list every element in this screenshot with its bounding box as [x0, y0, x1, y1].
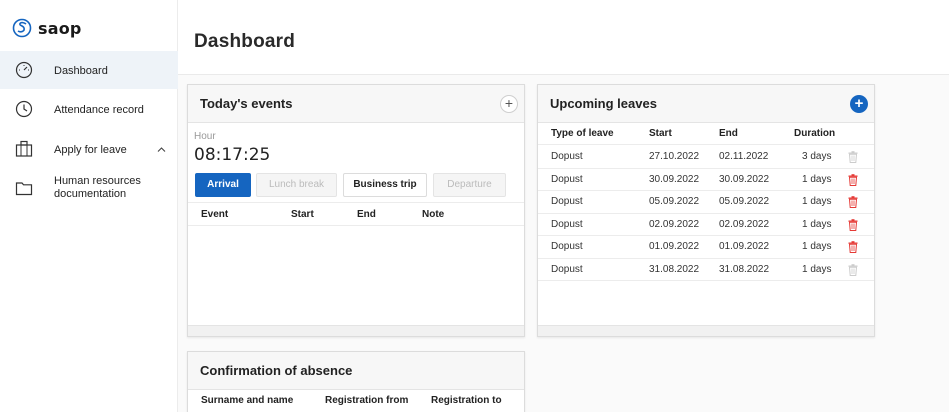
saop-logo-icon: [12, 18, 32, 38]
column-header-end: End: [719, 128, 738, 139]
card-footer: [538, 325, 874, 336]
table-divider: [188, 225, 524, 226]
card-header: Confirmation of absence: [188, 352, 524, 390]
sidebar-item-attendance-record[interactable]: Attendance record: [0, 90, 178, 128]
column-header-type-of-leave: Type of leave: [551, 128, 614, 139]
cell-start: 27.10.2022: [649, 151, 700, 162]
sidebar-item-hr-documentation[interactable]: Human resources documentation: [0, 170, 178, 208]
card-footer: [188, 325, 524, 336]
cell-duration: 1 days: [802, 263, 832, 275]
cell-end: 01.09.2022: [719, 241, 770, 252]
delete-icon: [848, 263, 858, 276]
add-event-button[interactable]: +: [500, 95, 518, 113]
logo[interactable]: saop: [12, 18, 82, 38]
sidebar-item-label: Apply for leave: [54, 144, 127, 156]
card-title: Confirmation of absence: [200, 363, 353, 378]
arrival-button[interactable]: Arrival: [195, 173, 251, 197]
chevron-up-icon[interactable]: [157, 145, 166, 154]
row-divider: [538, 167, 874, 169]
card-header: Today's events +: [188, 85, 524, 123]
cell-type: Dopust: [551, 196, 583, 207]
table-divider: [538, 144, 874, 145]
clock-icon: [15, 100, 33, 118]
table-divider: [188, 202, 524, 203]
cell-duration: 1 days: [802, 196, 832, 207]
sidebar-item-label: Human resources documentation: [54, 175, 141, 200]
todays-events-card: Today's events + Hour 08:17:25 Arrival L…: [187, 84, 525, 337]
hour-label: Hour: [194, 131, 216, 142]
row-divider: [538, 190, 874, 191]
cell-end: 02.11.2022: [719, 151, 769, 162]
card-title: Today's events: [200, 96, 293, 111]
column-header-start: Start: [291, 209, 314, 220]
delete-icon: [848, 151, 858, 163]
cell-type: Dopust: [551, 241, 583, 252]
cell-duration: 3 days: [802, 151, 832, 162]
cell-type: Dopust: [551, 173, 583, 185]
cell-start: 02.09.2022: [649, 218, 700, 230]
cell-duration: 1 days: [802, 173, 832, 185]
row-divider: [538, 257, 874, 259]
row-divider: [538, 235, 874, 236]
departure-button[interactable]: Departure: [433, 173, 506, 197]
cell-type: Dopust: [551, 218, 583, 230]
sidebar-item-label: Dashboard: [54, 65, 108, 77]
cell-end: 02.09.2022: [719, 218, 770, 230]
logo-text: saop: [38, 18, 82, 38]
sidebar-item-label: Attendance record: [54, 104, 144, 116]
card-header: Upcoming leaves +: [538, 85, 874, 123]
upcoming-leaves-card: Upcoming leaves + Type of leave Start En…: [537, 84, 875, 337]
current-time: 08:17:25: [194, 145, 271, 165]
cell-duration: 1 days: [802, 241, 832, 252]
speedometer-icon: [15, 61, 33, 79]
delete-icon[interactable]: [848, 218, 858, 231]
confirmation-of-absence-card: Confirmation of absence Surname and name…: [187, 351, 525, 412]
row-divider: [538, 212, 874, 214]
card-title: Upcoming leaves: [550, 96, 657, 111]
column-header-event: Event: [201, 209, 229, 220]
cell-start: 31.08.2022: [649, 263, 700, 275]
column-header-note: Note: [422, 209, 445, 220]
cell-type: Dopust: [551, 263, 583, 275]
business-trip-button[interactable]: Business trip: [343, 173, 427, 197]
cell-end: 05.09.2022: [719, 196, 770, 207]
column-header-surname-and-name: Surname and name: [201, 395, 294, 406]
folder-icon: [15, 182, 33, 196]
add-leave-button[interactable]: +: [850, 95, 868, 113]
sidebar: saop Dashboard Attendance record Apply f…: [0, 0, 178, 412]
cell-end: 31.08.2022: [719, 263, 770, 275]
column-header-registration-from: Registration from: [325, 395, 409, 406]
row-divider: [538, 280, 874, 281]
page-title: Dashboard: [194, 31, 296, 52]
lunch-break-button[interactable]: Lunch break: [256, 173, 337, 197]
column-header-start: Start: [649, 128, 672, 139]
cell-start: 05.09.2022: [649, 196, 700, 207]
cell-type: Dopust: [551, 151, 583, 162]
cell-duration: 1 days: [802, 218, 832, 230]
column-header-registration-to: Registration to: [431, 395, 502, 406]
cell-start: 30.09.2022: [649, 173, 700, 185]
briefcase-icon: [15, 140, 33, 157]
delete-icon[interactable]: [848, 173, 858, 186]
column-header-duration: Duration: [794, 128, 836, 139]
delete-icon[interactable]: [848, 241, 858, 253]
sidebar-item-apply-for-leave[interactable]: Apply for leave: [0, 130, 178, 168]
cell-start: 01.09.2022: [649, 241, 700, 252]
cell-end: 30.09.2022: [719, 173, 770, 185]
column-header-end: End: [357, 209, 376, 220]
sidebar-item-dashboard[interactable]: Dashboard: [0, 51, 178, 89]
delete-icon[interactable]: [848, 196, 858, 208]
